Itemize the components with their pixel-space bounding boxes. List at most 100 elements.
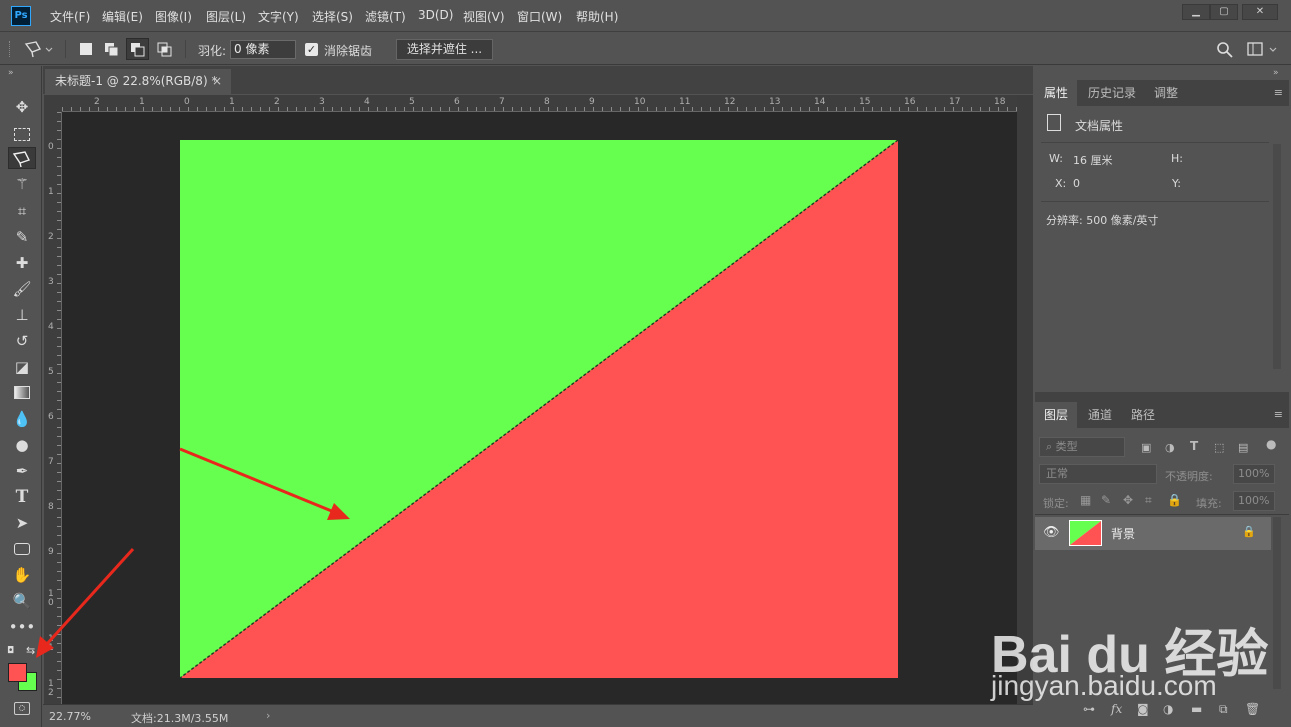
menu-file[interactable]: 文件(F)	[50, 8, 90, 25]
filter-shape-icon[interactable]: ⬚	[1214, 441, 1224, 454]
dodge-icon[interactable]: ●	[8, 434, 36, 456]
polygonal-lasso-icon[interactable]	[8, 147, 36, 169]
quick-mask-icon[interactable]	[14, 702, 30, 715]
document-canvas[interactable]	[180, 140, 898, 678]
shape-icon[interactable]	[8, 538, 36, 560]
foreground-color-swatch[interactable]	[8, 663, 27, 682]
menu-help[interactable]: 帮助(H)	[576, 8, 618, 25]
crop-icon[interactable]: ⌗	[8, 200, 36, 222]
collapse-tools-icon[interactable]: »	[8, 68, 14, 78]
menu-image[interactable]: 图像(I)	[155, 8, 192, 25]
tab-layers[interactable]: 图层	[1035, 402, 1078, 428]
fill-input[interactable]: 100%	[1233, 491, 1275, 511]
menu-filter[interactable]: 滤镜(T)	[365, 8, 406, 25]
opacity-input[interactable]: 100%	[1233, 464, 1275, 484]
lock-position-icon[interactable]: ✥	[1123, 493, 1133, 507]
select-and-mask-button[interactable]: 选择并遮住 ...	[396, 39, 493, 60]
layers-scrollbar[interactable]	[1273, 517, 1281, 689]
x-value[interactable]: 0	[1073, 177, 1080, 190]
menu-type[interactable]: 文字(Y)	[258, 8, 299, 25]
history-brush-icon[interactable]: ↺	[8, 330, 36, 352]
ruler-left[interactable]: 0 1 2 3 4 5 6 7 8 9 1 0 1 1 1 2	[44, 112, 62, 704]
menu-window[interactable]: 窗口(W)	[517, 8, 562, 25]
eraser-icon[interactable]: ◪	[8, 356, 36, 378]
filter-type-icon[interactable]: T	[1190, 439, 1198, 453]
healing-brush-icon[interactable]: ✚	[8, 252, 36, 274]
close-tab-icon[interactable]: ×	[212, 69, 222, 94]
swap-colors-icon[interactable]: ⇆	[26, 644, 35, 657]
add-selection-icon[interactable]	[104, 42, 120, 57]
collapse-panels-icon[interactable]: »	[1273, 68, 1279, 78]
minimize-icon[interactable]: ▁	[1182, 4, 1210, 20]
tab-channels[interactable]: 通道	[1079, 402, 1121, 428]
lock-all-icon[interactable]: 🔒	[1167, 493, 1182, 507]
menu-layer[interactable]: 图层(L)	[206, 8, 246, 25]
lock-artboard-icon[interactable]: ⌗	[1145, 493, 1152, 508]
filter-smartobject-icon[interactable]: ▤	[1238, 441, 1248, 454]
delete-layer-icon[interactable]: 🗑	[1245, 702, 1260, 716]
ruler-origin[interactable]	[44, 95, 62, 112]
fx-icon[interactable]: fx	[1111, 702, 1122, 716]
layer-row[interactable]: 👁 背景 🔒	[1035, 517, 1271, 550]
status-menu-arrow-icon[interactable]: ›	[266, 709, 270, 722]
menu-edit[interactable]: 编辑(E)	[102, 8, 143, 25]
zoom-icon[interactable]: 🔍	[8, 590, 36, 612]
search-icon[interactable]	[1216, 41, 1234, 59]
layer-name[interactable]: 背景	[1111, 525, 1135, 542]
maximize-icon[interactable]: ▢	[1210, 4, 1238, 20]
tab-paths[interactable]: 路径	[1122, 402, 1164, 428]
zoom-level[interactable]: 22.77%	[49, 710, 91, 723]
lock-transparency-icon[interactable]: ▦	[1080, 493, 1091, 507]
new-adjustment-icon[interactable]: ◑	[1163, 702, 1173, 716]
close-window-icon[interactable]: ✕	[1242, 4, 1278, 20]
menu-3d[interactable]: 3D(D)	[418, 8, 453, 22]
subtract-selection-button[interactable]	[126, 38, 149, 60]
marquee-icon[interactable]	[8, 123, 36, 145]
blur-icon[interactable]: 💧	[8, 408, 36, 430]
vertical-scrollbar[interactable]	[1017, 95, 1033, 704]
more-icon[interactable]: •••	[8, 616, 36, 638]
filter-pixel-icon[interactable]: ▣	[1141, 441, 1151, 454]
workspace-icon[interactable]	[1247, 42, 1281, 58]
tab-adjustments[interactable]: 调整	[1145, 80, 1187, 106]
link-layers-icon[interactable]: ⊶	[1083, 702, 1095, 716]
section-title: 文档属性	[1075, 119, 1124, 133]
blend-mode-select[interactable]: 正常	[1039, 464, 1157, 484]
panel-menu-icon[interactable]: ≡	[1274, 408, 1283, 421]
eyedropper-icon[interactable]: ✎	[8, 226, 36, 248]
type-icon[interactable]: T	[8, 486, 36, 508]
default-colors-icon[interactable]: ◘	[7, 646, 17, 656]
antialias-checkbox[interactable]: ✓	[305, 43, 318, 56]
tab-history[interactable]: 历史记录	[1079, 80, 1145, 106]
menu-view[interactable]: 视图(V)	[463, 8, 505, 25]
filter-toggle-icon[interactable]: ●	[1266, 437, 1276, 451]
panel-menu-icon[interactable]: ≡	[1274, 86, 1283, 99]
move-icon[interactable]: ✥	[8, 96, 36, 118]
document-tab[interactable]: 未标题-1 @ 22.8%(RGB/8) * ×	[45, 69, 231, 94]
magic-wand-icon[interactable]: ⚚	[8, 173, 36, 195]
pen-icon[interactable]: ✒	[8, 460, 36, 482]
tab-properties[interactable]: 属性	[1035, 80, 1078, 106]
brush-icon[interactable]: 🖌	[8, 278, 36, 300]
path-selection-icon[interactable]: ➤	[8, 512, 36, 534]
properties-scrollbar[interactable]	[1273, 144, 1281, 369]
w-value[interactable]: 16 厘米	[1073, 152, 1113, 168]
new-selection-icon[interactable]	[80, 43, 92, 55]
polygonal-lasso-preset-icon[interactable]	[24, 40, 54, 58]
add-mask-icon[interactable]: ◙	[1137, 702, 1149, 716]
menu-select[interactable]: 选择(S)	[312, 8, 353, 25]
lock-pixels-icon[interactable]: ✎	[1101, 493, 1111, 507]
layer-filter-select[interactable]: ⌕ 类型	[1039, 437, 1125, 457]
y-label: Y:	[1172, 177, 1181, 190]
intersect-selection-icon[interactable]	[157, 42, 173, 57]
ruler-top[interactable]: 2 1 0 1 2 3 4 5 6 7 8 9 10 11 12 13 14 1…	[62, 95, 1017, 112]
clone-stamp-icon[interactable]: ⊥	[8, 304, 36, 326]
hand-icon[interactable]: ✋	[8, 564, 36, 586]
gradient-icon[interactable]	[8, 382, 36, 404]
filter-adjustment-icon[interactable]: ◑	[1165, 441, 1175, 454]
visibility-eye-icon[interactable]: 👁	[1043, 525, 1060, 540]
feather-input[interactable]: 0 像素	[230, 40, 296, 59]
new-layer-icon[interactable]: ⧉	[1219, 702, 1228, 717]
ruler-label: 1 1	[48, 634, 54, 653]
new-group-icon[interactable]: ▬	[1191, 702, 1202, 716]
